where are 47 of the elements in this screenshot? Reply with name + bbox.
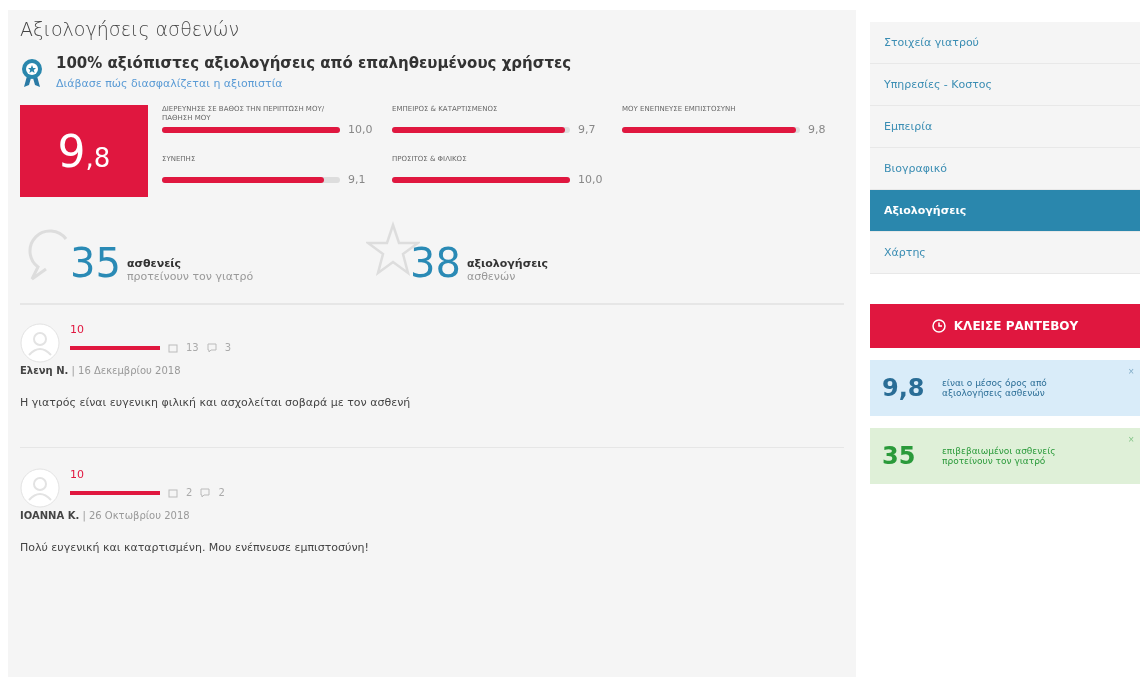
criterion-value: 9,8 [808,123,826,136]
stat-sublabel: προτείνουν τον γιατρό [126,270,254,283]
sidebar-item[interactable]: Υπηρεσίες - Κοστος [870,64,1140,106]
review-author: IOANNA K. [20,510,80,521]
section-title: Αξιολογήσεις ασθενών [20,18,240,40]
comment-icon [200,487,211,498]
avatar-icon [20,323,60,363]
review-date: | 26 Οκτωβρίου 2018 [82,510,190,521]
criterion-value: 9,1 [348,173,366,186]
avatar-icon [20,468,60,508]
close-button[interactable]: × [1128,434,1134,445]
criterion-value: 9,7 [578,123,596,136]
info-number: 35 [882,442,917,470]
stat-number: 35 [70,243,121,283]
comment-count: 2 [218,487,225,498]
info-text: είναι ο μέσος όρος από αξιολογήσεις ασθενών [942,378,1048,398]
date-count: 2 [186,487,193,498]
stat-number: 38 [410,243,461,283]
comment-icon [206,342,217,353]
trust-heading: 100% αξιόπιστες αξιολογήσεις από επαληθευμένους χρήστες [56,54,572,72]
criterion-value: 10,0 [578,173,603,186]
sidebar-item[interactable]: Εμπειρία [870,106,1140,148]
review-score: 10 [70,468,85,481]
info-text: επιβεβαιωμένοι ασθενείς προτείνουν τον γιατρό [942,446,1057,466]
criterion-value: 10,0 [348,123,373,136]
info-number: 9,8 [882,374,922,402]
review-text: Πολύ ευγενική και καταρτισμένη. Μου ενέπνευσε εμπιστοσύνη! [20,541,370,554]
sidebar-item[interactable]: Στοιχεία γιατρού [870,22,1140,64]
sidebar-item[interactable]: Χάρτης [870,232,1140,274]
stat-label: ασθενείς [126,257,183,270]
clock-icon [931,319,946,333]
book-appointment-button[interactable]: ΚΛΕΙΣΕ ΡΑΝΤΕΒΟΥ [870,304,1140,348]
close-button[interactable]: × [1128,366,1134,377]
sidebar-item[interactable]: Αξιολογήσεις [870,190,1140,232]
date-count: 13 [186,342,199,353]
calendar-icon [168,342,178,353]
stat-sublabel: ασθενών [466,270,517,283]
stat-label: αξιολογήσεις [466,257,549,270]
trust-link[interactable]: Διάβασε πώς διασφαλίζεται η αξιοπιστία [56,77,283,90]
review-author: Ελενη Ν. [20,365,69,376]
review-date: | 16 Δεκεμβρίου 2018 [71,365,181,376]
calendar-icon [168,487,178,498]
award-badge-icon [20,57,44,88]
comment-count: 3 [224,342,232,353]
overall-score: 9,8 [20,105,148,197]
review-score: 10 [70,323,85,336]
review-text: Η γιατρός είναι ευγενικη φιλική και ασχολείται σοβαρά με τον ασθενή [20,396,412,409]
